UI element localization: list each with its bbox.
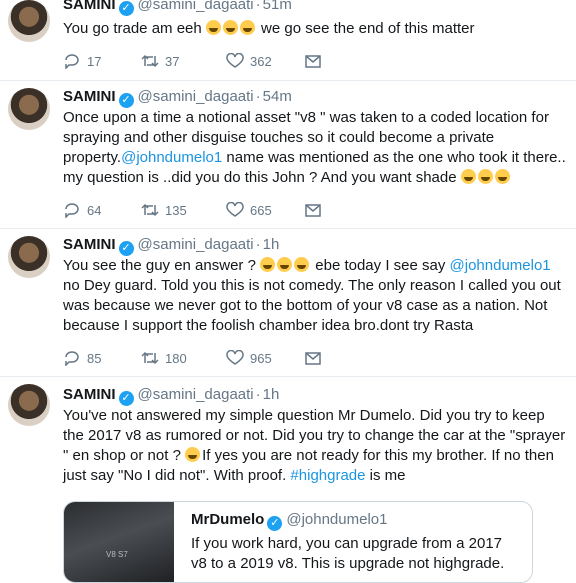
timestamp[interactable]: 1h bbox=[263, 236, 280, 253]
avatar[interactable] bbox=[8, 0, 50, 42]
action-bar: 85 180 965 bbox=[63, 350, 343, 370]
reply-button[interactable]: 85 bbox=[63, 350, 101, 366]
retweet-count: 37 bbox=[165, 53, 180, 69]
timestamp[interactable]: 1h bbox=[263, 386, 280, 403]
retweet-button[interactable]: 180 bbox=[141, 350, 187, 366]
verified-icon: ✓ bbox=[267, 516, 283, 531]
message-icon bbox=[305, 352, 321, 365]
joy-emoji-icon bbox=[294, 257, 310, 272]
tweet-text: You go trade am eeh we go see the end of… bbox=[63, 19, 566, 39]
like-count: 965 bbox=[250, 350, 272, 366]
tweet-text: You've not answered my simple question M… bbox=[63, 406, 566, 486]
reply-count: 17 bbox=[87, 53, 102, 69]
author-name[interactable]: SAMINI bbox=[63, 236, 116, 253]
separator: · bbox=[255, 386, 261, 403]
message-button[interactable] bbox=[304, 202, 322, 218]
text-segment: is me bbox=[365, 467, 406, 484]
retweet-count: 135 bbox=[165, 202, 187, 218]
like-count: 665 bbox=[250, 202, 272, 218]
retweet-button[interactable]: 37 bbox=[141, 53, 179, 69]
verified-icon: ✓ bbox=[118, 241, 134, 256]
like-icon bbox=[226, 350, 244, 365]
verified-icon: ✓ bbox=[118, 1, 134, 16]
like-count: 362 bbox=[250, 53, 272, 69]
mention-link[interactable]: @johndumelo1 bbox=[121, 149, 222, 166]
tweet[interactable]: SAMINI ✓ @samini_dagaati · 51m You go trade … bbox=[0, 0, 576, 81]
quoted-tweet-header: MrDumelo ✓ @johndumelo1 bbox=[191, 511, 387, 531]
verified-icon: ✓ bbox=[118, 391, 134, 406]
reply-icon bbox=[65, 203, 79, 218]
like-icon bbox=[226, 53, 244, 68]
mention-link[interactable]: @johndumelo1 bbox=[450, 257, 551, 274]
author-name[interactable]: SAMINI bbox=[63, 0, 116, 13]
quoted-author-name[interactable]: MrDumelo bbox=[191, 511, 264, 528]
verified-icon: ✓ bbox=[118, 93, 134, 108]
retweet-icon bbox=[141, 54, 159, 68]
text-segment: You see the guy en answer ? bbox=[63, 257, 261, 274]
tweet-text: Once upon a time a notional asset "v8 " … bbox=[63, 108, 566, 188]
quoted-author-handle[interactable]: @johndumelo1 bbox=[286, 511, 387, 528]
avatar[interactable] bbox=[8, 384, 50, 426]
timestamp[interactable]: 54m bbox=[263, 88, 292, 105]
joy-emoji-icon bbox=[494, 169, 510, 184]
reply-icon bbox=[65, 54, 79, 69]
retweet-icon bbox=[141, 203, 159, 217]
joy-emoji-icon bbox=[222, 20, 238, 35]
author-name[interactable]: SAMINI bbox=[63, 88, 116, 105]
joy-emoji-icon bbox=[239, 20, 255, 35]
reply-button[interactable]: 17 bbox=[63, 53, 101, 69]
reply-count: 85 bbox=[87, 350, 102, 366]
joy-emoji-icon bbox=[460, 169, 476, 184]
tweet-text: You see the guy en answer ? ebe today I … bbox=[63, 256, 566, 336]
quoted-tweet[interactable]: V8 S7 MrDumelo ✓ @johndumelo1 If you work … bbox=[63, 501, 533, 583]
joy-emoji-icon bbox=[477, 169, 493, 184]
text-segment: You go trade am eeh bbox=[63, 20, 206, 37]
reply-icon bbox=[65, 351, 79, 366]
action-bar: 64 135 665 bbox=[63, 202, 343, 222]
like-button[interactable]: 965 bbox=[226, 350, 272, 366]
avatar[interactable] bbox=[8, 88, 50, 130]
reply-button[interactable]: 64 bbox=[63, 202, 101, 218]
quoted-tweet-text: If you work hard, you can upgrade from a… bbox=[191, 535, 505, 572]
tweet-header: SAMINI ✓ @samini_dagaati · 51m bbox=[63, 0, 292, 16]
quoted-tweet-image[interactable]: V8 S7 bbox=[64, 502, 174, 582]
author-handle[interactable]: @samini_dagaati bbox=[138, 236, 254, 253]
tweet[interactable]: SAMINI ✓ @samini_dagaati · 1h You see the gu… bbox=[0, 228, 576, 377]
like-button[interactable]: 362 bbox=[226, 53, 272, 69]
like-icon bbox=[226, 202, 244, 217]
joy-emoji-icon bbox=[185, 447, 201, 462]
hashtag-link[interactable]: #highgrade bbox=[290, 467, 365, 484]
separator: · bbox=[255, 0, 261, 13]
message-button[interactable] bbox=[304, 350, 322, 366]
tweet-header: SAMINI ✓ @samini_dagaati · 54m bbox=[63, 88, 292, 108]
text-segment: we go see the end of this matter bbox=[256, 20, 475, 37]
joy-emoji-icon bbox=[205, 20, 221, 35]
tweet-header: SAMINI ✓ @samini_dagaati · 1h bbox=[63, 386, 279, 406]
author-handle[interactable]: @samini_dagaati bbox=[138, 0, 254, 13]
author-handle[interactable]: @samini_dagaati bbox=[138, 88, 254, 105]
author-name[interactable]: SAMINI bbox=[63, 386, 116, 403]
separator: · bbox=[255, 236, 261, 253]
license-plate-text: V8 S7 bbox=[106, 550, 128, 559]
like-button[interactable]: 665 bbox=[226, 202, 272, 218]
retweet-count: 180 bbox=[165, 350, 187, 366]
timestamp[interactable]: 51m bbox=[263, 0, 292, 13]
message-button[interactable] bbox=[304, 53, 322, 69]
joy-emoji-icon bbox=[260, 257, 276, 272]
avatar[interactable] bbox=[8, 236, 50, 278]
tweet-header: SAMINI ✓ @samini_dagaati · 1h bbox=[63, 236, 279, 256]
joy-emoji-icon bbox=[277, 257, 293, 272]
message-icon bbox=[305, 55, 321, 68]
message-icon bbox=[305, 204, 321, 217]
retweet-icon bbox=[141, 351, 159, 365]
author-handle[interactable]: @samini_dagaati bbox=[138, 386, 254, 403]
separator: · bbox=[255, 88, 261, 105]
action-bar: 17 37 362 bbox=[63, 53, 343, 73]
tweet[interactable]: SAMINI ✓ @samini_dagaati · 54m Once upon a t… bbox=[0, 80, 576, 229]
reply-count: 64 bbox=[87, 202, 102, 218]
text-segment: ebe today I see say bbox=[311, 257, 450, 274]
retweet-button[interactable]: 135 bbox=[141, 202, 187, 218]
tweet[interactable]: SAMINI ✓ @samini_dagaati · 1h You've not ans… bbox=[0, 376, 576, 583]
